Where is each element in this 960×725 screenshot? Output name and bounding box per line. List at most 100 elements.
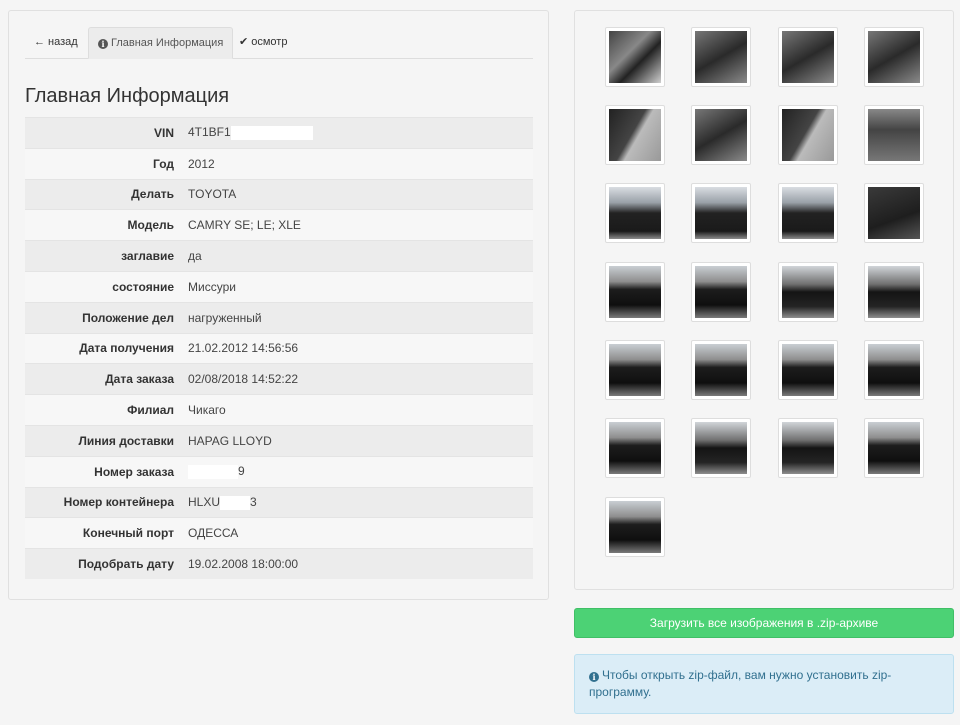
car-photo [782,187,834,239]
arrow-left-icon: ← [34,36,45,48]
gallery-thumbnail[interactable] [605,262,665,322]
detail-label: заглавие [25,240,182,272]
car-photo [695,422,747,474]
detail-value: Миссури [182,270,533,303]
car-photo [609,344,661,396]
table-row: Дата получения 21.02.2012 14:56:56 [25,332,533,364]
tab-main-info[interactable]: i Главная Информация [88,27,234,59]
detail-value: 02/08/2018 14:52:22 [182,363,533,395]
detail-label: VIN [25,117,182,149]
gallery-thumbnail[interactable] [691,105,751,165]
detail-value: HAPAG LLOYD [182,424,533,457]
tab-inspection[interactable]: ✔ осмотр [230,27,296,59]
table-row: VIN 4T1BF1 [25,117,533,149]
download-zip-button[interactable]: Загрузить все изображения в .zip-архиве [574,608,954,638]
redacted-block [220,495,251,510]
detail-label: Номер заказа [25,455,182,488]
detail-label: Номер контейнера [25,486,182,518]
detail-value-prefix: HLXU [188,495,221,510]
table-row: Год 2012 [25,147,533,180]
gallery-thumbnail[interactable] [864,105,924,165]
gallery-thumbnail[interactable] [864,262,924,322]
check-icon: ✔ [239,36,249,48]
car-photo [609,187,661,239]
gallery-thumbnail[interactable] [691,340,751,400]
gallery-thumbnail[interactable] [691,183,751,243]
gallery-thumbnail[interactable] [605,497,665,557]
table-row: Филиал Чикаго [25,394,533,426]
detail-value: HLXU 3 [182,486,533,518]
gallery-thumbnail[interactable] [605,340,665,400]
car-photo [609,266,661,318]
detail-label: Филиал [25,394,182,426]
zip-info-alert: i Чтобы открыть zip-файл, вам нужно устан… [574,654,954,714]
detail-value-suffix: 3 [250,495,257,510]
table-row: Номер заказа 9 [25,455,533,488]
details-table: VIN 4T1BF1 Год 2012 Делать TOYOTA Модель CAMRY … [25,117,533,580]
gallery-thumbnail[interactable] [778,262,838,322]
gallery-thumbnail[interactable] [691,262,751,322]
detail-value-suffix: 9 [238,464,245,479]
detail-value: ОДЕССА [182,517,533,549]
detail-value: Чикаго [182,394,533,426]
detail-label: Линия доставки [25,424,182,457]
detail-value: TOYOTA [182,178,533,210]
detail-label: Год [25,147,182,180]
detail-label: Делать [25,178,182,210]
table-row: Номер контейнера HLXU 3 [25,486,533,518]
main-info-panel: ← назад i Главная Информация ✔ осмотр Главн… [8,10,549,600]
gallery-thumbnail[interactable] [864,183,924,243]
car-photo [695,109,747,161]
gallery-thumbnail[interactable] [605,27,665,87]
car-photo [609,422,661,474]
car-photo [609,501,661,553]
detail-value-text: 4T1BF1 [188,125,231,140]
detail-value: 4T1BF1 [182,117,533,149]
detail-value: CAMRY SE; LE; XLE [182,209,533,241]
detail-value: 21.02.2012 14:56:56 [182,332,533,364]
table-row: Положение дел нагруженный [25,301,533,334]
car-photo [695,187,747,239]
car-photo [609,31,661,83]
gallery-thumbnail[interactable] [605,105,665,165]
table-row: Конечный порт ОДЕССА [25,517,533,549]
gallery-thumbnail[interactable] [778,27,838,87]
gallery-thumbnail[interactable] [778,105,838,165]
gallery-thumbnail[interactable] [691,418,751,478]
gallery-thumbnail[interactable] [864,340,924,400]
tab-back[interactable]: ← назад [25,27,87,59]
info-circle-icon: i [589,672,599,682]
car-photo [695,344,747,396]
detail-label: Модель [25,209,182,241]
gallery-thumbnail[interactable] [605,183,665,243]
gallery-thumbnail[interactable] [778,418,838,478]
redacted-block [188,465,238,480]
gallery-thumbnail[interactable] [778,340,838,400]
table-row: заглавие да [25,240,533,272]
detail-label: Конечный порт [25,517,182,549]
nav-tabs: ← назад i Главная Информация ✔ осмотр [25,27,533,59]
table-row: Линия доставки HAPAG LLOYD [25,424,533,457]
gallery-thumbnail[interactable] [864,27,924,87]
detail-value: 2012 [182,147,533,180]
tab-back-label: назад [48,36,78,48]
redacted-block [230,126,313,141]
detail-value: нагруженный [182,301,533,334]
gallery-thumbnail[interactable] [864,418,924,478]
detail-label: Дата получения [25,332,182,364]
table-row: Дата заказа 02/08/2018 14:52:22 [25,363,533,395]
photo-gallery [574,10,954,590]
gallery-thumbnail[interactable] [605,418,665,478]
gallery-thumbnail[interactable] [691,27,751,87]
detail-label: Подобрать дату [25,548,182,580]
detail-value: да [182,240,533,272]
page-title: Главная Информация [25,85,230,107]
tab-inspection-label: осмотр [251,36,288,48]
table-row: состояние Миссури [25,270,533,303]
car-photo [868,31,920,83]
table-row: Подобрать дату 19.02.2008 18:00:00 [25,548,533,580]
gallery-thumbnail[interactable] [778,183,838,243]
zip-info-text: Чтобы открыть zip-файл, вам нужно устано… [589,668,892,699]
car-photo [695,31,747,83]
car-photo [782,344,834,396]
